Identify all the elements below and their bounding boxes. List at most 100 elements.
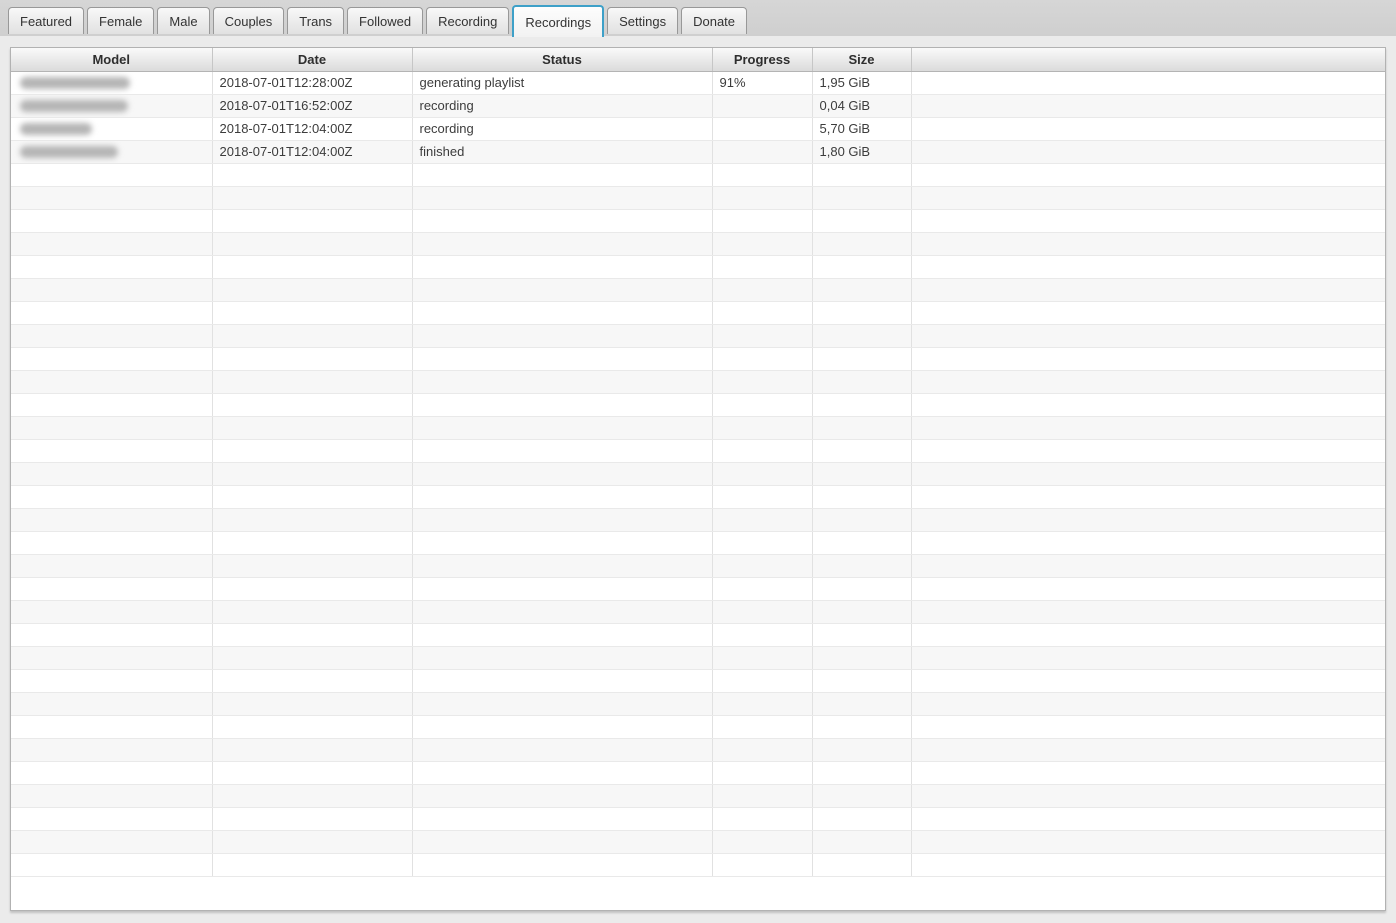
- table-header: Model Date Status Progress Size: [11, 48, 1385, 72]
- status-cell: [412, 232, 713, 256]
- extra-cell: [911, 255, 1385, 279]
- status-cell: generating playlist: [412, 71, 713, 95]
- empty-row: [11, 416, 1385, 440]
- tab-recording[interactable]: Recording: [426, 7, 510, 34]
- tab-followed[interactable]: Followed: [347, 7, 424, 34]
- extra-cell: [911, 324, 1385, 348]
- extra-cell: [911, 715, 1385, 739]
- recording-row[interactable]: 2018-07-01T12:04:00Z recording 5,70 GiB: [11, 117, 1385, 141]
- extra-cell: [911, 71, 1385, 95]
- redacted-model-name: [20, 145, 118, 158]
- recording-row[interactable]: 2018-07-01T16:52:00Z recording 0,04 GiB: [11, 94, 1385, 118]
- size-cell: [812, 692, 912, 716]
- status-cell: [412, 393, 713, 417]
- progress-cell: [712, 830, 813, 854]
- size-cell: [812, 301, 912, 325]
- column-header-model[interactable]: Model: [11, 48, 213, 72]
- status-cell: [412, 186, 713, 210]
- status-cell: recording: [412, 117, 713, 141]
- tab-featured[interactable]: Featured: [8, 7, 85, 34]
- empty-row: [11, 715, 1385, 739]
- recording-row[interactable]: 2018-07-01T12:28:00Z generating playlist 9…: [11, 71, 1385, 95]
- model-cell: [11, 255, 213, 279]
- extra-cell: [911, 140, 1385, 164]
- status-cell: [412, 439, 713, 463]
- size-cell: [812, 554, 912, 578]
- tab-trans[interactable]: Trans: [287, 7, 345, 34]
- tab-male[interactable]: Male: [157, 7, 210, 34]
- empty-row: [11, 577, 1385, 601]
- status-cell: [412, 692, 713, 716]
- extra-cell: [911, 508, 1385, 532]
- recordings-table: Model Date Status Progress Size 2018-07-…: [10, 47, 1386, 911]
- size-cell: [812, 623, 912, 647]
- size-cell: [812, 784, 912, 808]
- column-header-progress[interactable]: Progress: [712, 48, 813, 72]
- model-cell: [11, 508, 213, 532]
- tab-recordings[interactable]: Recordings: [512, 5, 605, 37]
- model-cell: [11, 462, 213, 486]
- progress-cell: [712, 140, 813, 164]
- progress-cell: [712, 94, 813, 118]
- model-cell: [11, 623, 213, 647]
- empty-row: [11, 278, 1385, 302]
- empty-row: [11, 186, 1385, 210]
- size-cell: [812, 508, 912, 532]
- progress-cell: [712, 416, 813, 440]
- size-cell: [812, 669, 912, 693]
- progress-cell: [712, 255, 813, 279]
- status-cell: [412, 278, 713, 302]
- date-cell: 2018-07-01T12:28:00Z: [212, 71, 413, 95]
- model-cell: [11, 163, 213, 187]
- progress-cell: [712, 646, 813, 670]
- column-header-date[interactable]: Date: [212, 48, 413, 72]
- model-cell: [11, 600, 213, 624]
- progress-cell: [712, 163, 813, 187]
- size-cell: [812, 462, 912, 486]
- empty-row: [11, 807, 1385, 831]
- tab-settings[interactable]: Settings: [607, 7, 679, 34]
- tab-donate[interactable]: Donate: [681, 7, 748, 34]
- model-cell: [11, 784, 213, 808]
- column-header-status[interactable]: Status: [412, 48, 713, 72]
- model-cell: [11, 738, 213, 762]
- empty-row: [11, 462, 1385, 486]
- empty-row: [11, 347, 1385, 371]
- tab-female[interactable]: Female: [87, 7, 155, 34]
- model-cell: [11, 485, 213, 509]
- date-cell: [212, 370, 413, 394]
- model-cell: [11, 278, 213, 302]
- model-cell: [11, 577, 213, 601]
- column-header-size[interactable]: Size: [812, 48, 912, 72]
- date-cell: 2018-07-01T16:52:00Z: [212, 94, 413, 118]
- empty-row: [11, 600, 1385, 624]
- status-cell: [412, 600, 713, 624]
- date-cell: [212, 347, 413, 371]
- empty-row: [11, 738, 1385, 762]
- extra-cell: [911, 485, 1385, 509]
- extra-cell: [911, 600, 1385, 624]
- size-cell: [812, 715, 912, 739]
- tab-bar: Featured Female Male Couples Trans Follo…: [0, 0, 1396, 37]
- tab-couples[interactable]: Couples: [212, 7, 285, 34]
- date-cell: [212, 807, 413, 831]
- model-cell: [11, 301, 213, 325]
- status-cell: [412, 784, 713, 808]
- extra-cell: [911, 830, 1385, 854]
- size-cell: [812, 209, 912, 233]
- date-cell: [212, 669, 413, 693]
- date-cell: [212, 508, 413, 532]
- model-cell: [11, 715, 213, 739]
- model-cell: [11, 531, 213, 555]
- model-cell: [11, 439, 213, 463]
- model-cell: [11, 186, 213, 210]
- model-cell: [11, 807, 213, 831]
- progress-cell: [712, 278, 813, 302]
- size-cell: [812, 439, 912, 463]
- progress-cell: [712, 209, 813, 233]
- date-cell: [212, 692, 413, 716]
- status-cell: [412, 462, 713, 486]
- recording-row[interactable]: 2018-07-01T12:04:00Z finished 1,80 GiB: [11, 140, 1385, 164]
- size-cell: 1,95 GiB: [812, 71, 912, 95]
- date-cell: [212, 439, 413, 463]
